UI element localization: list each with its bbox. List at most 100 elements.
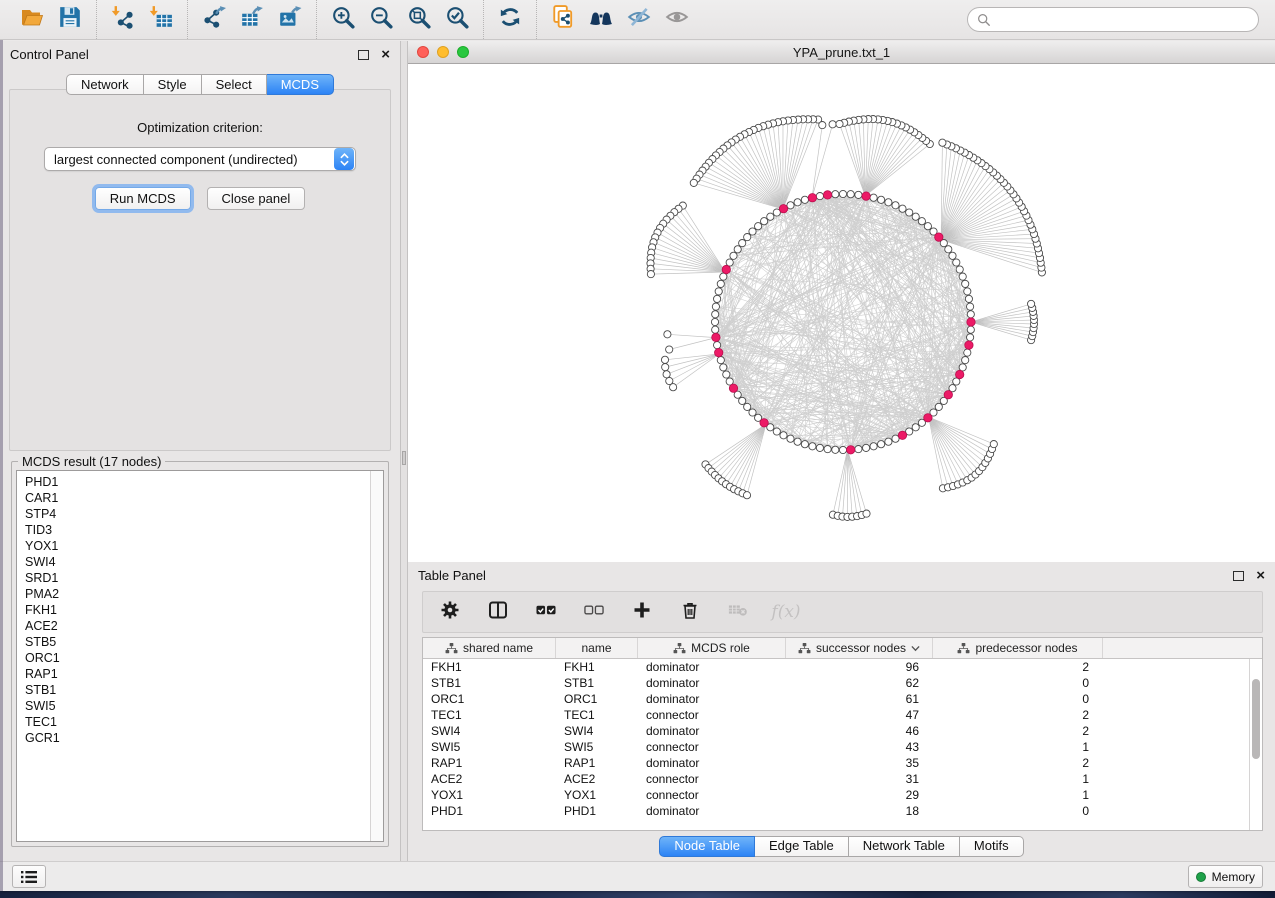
zoom-fit-button[interactable]	[400, 4, 438, 36]
tab-network[interactable]: Network	[66, 74, 144, 95]
refresh-button[interactable]	[491, 4, 529, 36]
network-graph[interactable]	[408, 64, 1275, 562]
table-panel: Table Panel × f(x) shared namenameMCDS r…	[408, 562, 1275, 861]
table-tab-node-table[interactable]: Node Table	[659, 836, 755, 857]
table-row[interactable]: ACE2ACE2connector311	[423, 771, 1249, 787]
network-window-titlebar[interactable]: YPA_prune.txt_1	[408, 41, 1275, 64]
split-columns-icon	[488, 600, 508, 625]
table-tab-network-table[interactable]: Network Table	[849, 836, 960, 857]
float-panel-icon[interactable]	[358, 50, 369, 60]
mcds-result-item[interactable]: ACE2	[25, 618, 370, 634]
mcds-result-item[interactable]: ORC1	[25, 650, 370, 666]
cell-predecessor-nodes: 0	[933, 676, 1103, 690]
export-image-button[interactable]	[271, 4, 309, 36]
mcds-result-item[interactable]: STB1	[25, 682, 370, 698]
select-all-button[interactable]	[535, 601, 557, 623]
table-row[interactable]: YOX1YOX1connector291	[423, 787, 1249, 803]
run-mcds-button[interactable]: Run MCDS	[95, 187, 191, 210]
mcds-result-item[interactable]: SRD1	[25, 570, 370, 586]
mcds-result-item[interactable]: PHD1	[25, 474, 370, 490]
mcds-result-item[interactable]: FKH1	[25, 602, 370, 618]
cell-MCDS-role: dominator	[638, 724, 786, 738]
hide-selected-button[interactable]	[620, 4, 658, 36]
cell-name: ACE2	[556, 772, 638, 786]
copy-share-button[interactable]	[544, 4, 582, 36]
network-title: YPA_prune.txt_1	[408, 45, 1275, 60]
delete-button[interactable]	[679, 601, 701, 623]
export-image-icon	[278, 5, 302, 34]
mcds-result-item[interactable]: TEC1	[25, 714, 370, 730]
table-tab-edge-table[interactable]: Edge Table	[755, 836, 849, 857]
optimization-criterion-select[interactable]: largest connected component (undirected)	[44, 147, 356, 171]
mcds-result-item[interactable]: PMA2	[25, 586, 370, 602]
mcds-result-list[interactable]: PHD1CAR1STP4TID3YOX1SWI4SRD1PMA2FKH1ACE2…	[17, 471, 370, 841]
mcds-result-item[interactable]: SWI5	[25, 698, 370, 714]
mcds-result-item[interactable]: TID3	[25, 522, 370, 538]
close-table-panel-icon[interactable]: ×	[1256, 568, 1265, 583]
tab-select[interactable]: Select	[202, 74, 267, 95]
mcds-result-item[interactable]: SWI4	[25, 554, 370, 570]
column-header-predecessor-nodes[interactable]: predecessor nodes	[933, 638, 1103, 658]
binoculars-button[interactable]	[582, 4, 620, 36]
mcds-result-item[interactable]: CAR1	[25, 490, 370, 506]
column-type-icon	[673, 643, 686, 654]
open-file-button[interactable]	[13, 4, 51, 36]
import-network-button[interactable]	[104, 4, 142, 36]
mcds-result-item[interactable]: STP4	[25, 506, 370, 522]
table-row[interactable]: RAP1RAP1dominator352	[423, 755, 1249, 771]
cell-predecessor-nodes: 1	[933, 788, 1103, 802]
tab-style[interactable]: Style	[144, 74, 202, 95]
mcds-result-item[interactable]: GCR1	[25, 730, 370, 746]
search-box[interactable]	[967, 7, 1259, 32]
table-row[interactable]: PHD1PHD1dominator180	[423, 803, 1249, 819]
window-left-edge	[0, 40, 3, 891]
zoom-in-icon	[331, 5, 355, 34]
mcds-result-item[interactable]: STB5	[25, 634, 370, 650]
result-list-scrollbar[interactable]	[370, 471, 383, 841]
cell-name: STB1	[556, 676, 638, 690]
table-row[interactable]: STB1STB1dominator620	[423, 675, 1249, 691]
column-header-MCDS-role[interactable]: MCDS role	[638, 638, 786, 658]
save-button[interactable]	[51, 4, 89, 36]
gear-button[interactable]	[439, 601, 461, 623]
export-table-icon	[240, 5, 264, 34]
show-all-button[interactable]	[658, 4, 696, 36]
split-columns-button[interactable]	[487, 601, 509, 623]
export-network-button[interactable]	[195, 4, 233, 36]
table-row[interactable]: FKH1FKH1dominator962	[423, 659, 1249, 675]
export-table-button[interactable]	[233, 4, 271, 36]
table-row[interactable]: TEC1TEC1connector472	[423, 707, 1249, 723]
export-network-icon	[202, 5, 226, 34]
import-table-button[interactable]	[142, 4, 180, 36]
memory-button[interactable]: Memory	[1188, 865, 1263, 888]
column-header-name[interactable]: name	[556, 638, 638, 658]
cell-shared-name: ACE2	[423, 772, 556, 786]
close-panel-button[interactable]: Close panel	[207, 187, 306, 210]
close-panel-icon[interactable]: ×	[381, 47, 390, 62]
cell-MCDS-role: dominator	[638, 660, 786, 674]
zoom-in-button[interactable]	[324, 4, 362, 36]
cell-shared-name: YOX1	[423, 788, 556, 802]
table-tab-motifs[interactable]: Motifs	[960, 836, 1024, 857]
tab-mcds[interactable]: MCDS	[267, 74, 334, 95]
zoom-selected-button[interactable]	[438, 4, 476, 36]
column-header-successor-nodes[interactable]: successor nodes	[786, 638, 933, 658]
table-row[interactable]: SWI5SWI5connector431	[423, 739, 1249, 755]
table-row[interactable]: SWI4SWI4dominator462	[423, 723, 1249, 739]
mcds-result-item[interactable]: RAP1	[25, 666, 370, 682]
add-column-icon	[632, 600, 652, 625]
network-view-canvas[interactable]	[408, 64, 1275, 562]
vertical-splitter[interactable]	[400, 41, 408, 861]
table-scrollbar[interactable]	[1249, 659, 1262, 830]
add-column-button[interactable]	[631, 601, 653, 623]
zoom-out-button[interactable]	[362, 4, 400, 36]
mcds-result-item[interactable]: YOX1	[25, 538, 370, 554]
cell-successor-nodes: 46	[786, 724, 933, 738]
search-input[interactable]	[997, 12, 1249, 27]
float-table-panel-icon[interactable]	[1233, 571, 1244, 581]
show-panels-button[interactable]	[12, 865, 46, 888]
deselect-all-button[interactable]	[583, 601, 605, 623]
column-header-shared-name[interactable]: shared name	[423, 638, 556, 658]
cell-MCDS-role: connector	[638, 788, 786, 802]
table-row[interactable]: ORC1ORC1dominator610	[423, 691, 1249, 707]
